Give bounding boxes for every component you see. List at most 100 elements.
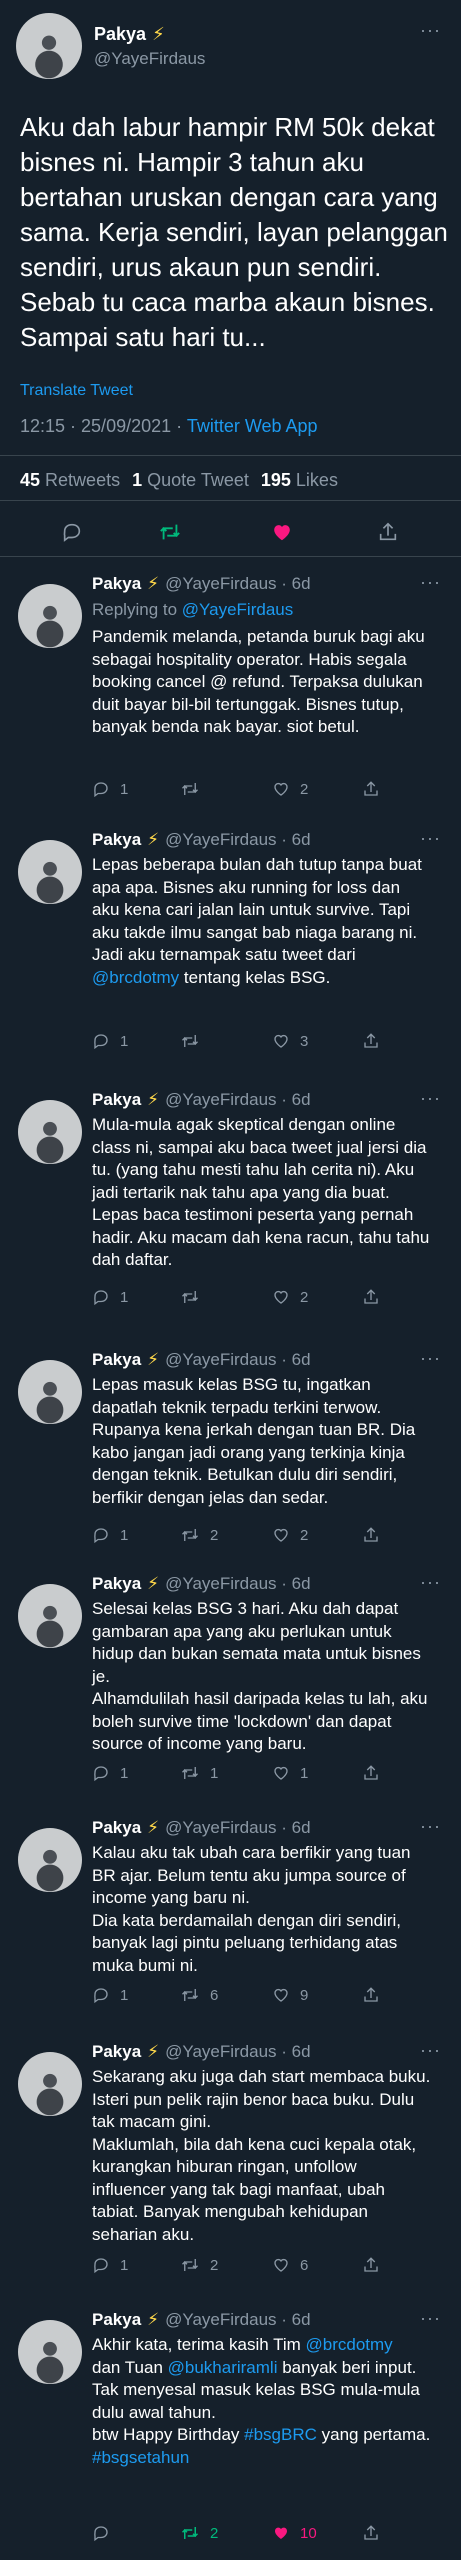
- reply-icon[interactable]: 1: [92, 1526, 128, 1544]
- tweet-text: Mula-mula agak skeptical dengan online c…: [92, 1115, 430, 1269]
- reply-tweet[interactable]: Pakya ⚡ @YayeFirdaus · 6d ··· Lepas bebe…: [0, 818, 461, 1078]
- share-icon[interactable]: [362, 1986, 380, 2004]
- avatar[interactable]: [18, 584, 82, 648]
- avatar[interactable]: [16, 13, 82, 79]
- author-handle[interactable]: @YayeFirdaus: [94, 49, 205, 69]
- handle-and-time[interactable]: @YayeFirdaus · 6d: [165, 1818, 310, 1838]
- reply-icon[interactable]: 1: [92, 1764, 128, 1782]
- retweet-icon[interactable]: [150, 512, 190, 552]
- share-icon[interactable]: [362, 780, 380, 798]
- display-name[interactable]: Pakya: [92, 574, 141, 594]
- lightning-badge-icon: ⚡: [147, 1818, 160, 1837]
- more-icon[interactable]: ···: [420, 1088, 441, 1109]
- handle-and-time[interactable]: @YayeFirdaus · 6d: [165, 574, 310, 594]
- replying-to: Replying to @YayeFirdaus: [92, 600, 294, 619]
- heart-icon[interactable]: 2: [272, 1526, 308, 1544]
- handle-and-time[interactable]: @YayeFirdaus · 6d: [165, 1574, 310, 1594]
- heart-icon[interactable]: [262, 512, 302, 552]
- handle-and-time[interactable]: @YayeFirdaus · 6d: [165, 2310, 310, 2330]
- reply-tweet[interactable]: Pakya ⚡ @YayeFirdaus · 6d ··· Mula-mula …: [0, 1078, 461, 1338]
- handle-and-time[interactable]: @YayeFirdaus · 6d: [165, 2042, 310, 2062]
- more-icon[interactable]: ···: [420, 2308, 441, 2329]
- reply-tweet[interactable]: Pakya ⚡ @YayeFirdaus · 6d ··· Sekarang a…: [0, 2030, 461, 2298]
- display-name[interactable]: Pakya: [92, 1818, 141, 1838]
- reply-header: Pakya ⚡ @YayeFirdaus · 6d: [92, 2310, 311, 2330]
- hashtag-link[interactable]: #bsgsetahun: [92, 2448, 189, 2467]
- hashtag-link[interactable]: #bsgBRC: [244, 2425, 317, 2444]
- heart-icon[interactable]: 6: [272, 2256, 308, 2274]
- more-icon[interactable]: ···: [420, 1348, 441, 1369]
- handle-and-time[interactable]: @YayeFirdaus · 6d: [165, 1350, 310, 1370]
- share-icon[interactable]: [362, 1764, 380, 1782]
- more-icon[interactable]: ···: [420, 1816, 441, 1837]
- translate-link[interactable]: Translate Tweet: [20, 382, 133, 400]
- heart-icon[interactable]: 3: [272, 1032, 308, 1050]
- avatar[interactable]: [18, 2052, 82, 2116]
- retweet-icon[interactable]: [180, 1032, 210, 1050]
- reply-icon[interactable]: 1: [92, 1288, 128, 1306]
- share-icon[interactable]: [362, 1288, 380, 1306]
- share-icon[interactable]: [362, 2524, 380, 2542]
- handle-and-time[interactable]: @YayeFirdaus · 6d: [165, 830, 310, 850]
- heart-icon[interactable]: 2: [272, 1288, 308, 1306]
- divider: [0, 556, 461, 557]
- reply-icon[interactable]: [52, 512, 92, 552]
- display-name[interactable]: Pakya: [92, 2310, 141, 2330]
- handle-and-time[interactable]: @YayeFirdaus · 6d: [165, 1090, 310, 1110]
- retweet-icon[interactable]: 6: [180, 1986, 218, 2004]
- display-name[interactable]: Pakya: [92, 1574, 141, 1594]
- heart-icon[interactable]: 10: [272, 2524, 317, 2542]
- display-name[interactable]: Pakya: [92, 2042, 141, 2062]
- author-name[interactable]: Pakya ⚡: [94, 24, 165, 45]
- retweet-icon[interactable]: 2: [180, 2524, 218, 2542]
- share-icon[interactable]: [362, 1032, 380, 1050]
- reply-tweet[interactable]: Pakya ⚡ @YayeFirdaus · 6d ··· Selesai ke…: [0, 1562, 461, 1806]
- reply-tweet[interactable]: Pakya ⚡ @YayeFirdaus · 6d ··· Akhir kata…: [0, 2298, 461, 2560]
- mention-link[interactable]: @brcdotmy: [92, 968, 179, 987]
- display-name[interactable]: Pakya: [92, 1350, 141, 1370]
- reply-icon[interactable]: 1: [92, 2256, 128, 2274]
- reply-icon[interactable]: [92, 2524, 120, 2542]
- replying-to-link[interactable]: @YayeFirdaus: [182, 600, 293, 619]
- quotes-stat[interactable]: 1 Quote Tweet: [132, 470, 249, 491]
- tweet-timestamp[interactable]: 12:15 · 25/09/2021 ·: [20, 416, 182, 436]
- avatar[interactable]: [18, 840, 82, 904]
- reply-tweet[interactable]: Pakya ⚡ @YayeFirdaus · 6d ··· Replying t…: [0, 562, 461, 818]
- action-bar: 1 3: [92, 1032, 432, 1058]
- share-icon[interactable]: [368, 512, 408, 552]
- heart-icon[interactable]: 2: [272, 780, 308, 798]
- more-icon[interactable]: ···: [420, 1572, 441, 1593]
- retweet-icon[interactable]: [180, 780, 210, 798]
- retweet-icon[interactable]: 2: [180, 1526, 218, 1544]
- display-name[interactable]: Pakya: [92, 1090, 141, 1110]
- mention-link[interactable]: @brcdotmy: [306, 2335, 393, 2354]
- more-icon[interactable]: ···: [420, 2040, 441, 2061]
- avatar[interactable]: [18, 1100, 82, 1164]
- mention-link[interactable]: @bukhariramli: [168, 2358, 278, 2377]
- tweet-stats: 45 Retweets 1 Quote Tweet 195 Likes: [20, 470, 338, 491]
- retweets-stat[interactable]: 45 Retweets: [20, 470, 120, 491]
- likes-stat[interactable]: 195 Likes: [261, 470, 338, 491]
- heart-icon[interactable]: 1: [272, 1764, 308, 1782]
- reply-icon[interactable]: 1: [92, 1986, 128, 2004]
- reply-tweet[interactable]: Pakya ⚡ @YayeFirdaus · 6d ··· Lepas masu…: [0, 1338, 461, 1562]
- avatar[interactable]: [18, 2320, 82, 2384]
- more-icon[interactable]: ···: [420, 20, 441, 41]
- retweet-icon[interactable]: [180, 1288, 210, 1306]
- avatar[interactable]: [18, 1360, 82, 1424]
- display-name[interactable]: Pakya: [94, 24, 146, 45]
- tweet-source[interactable]: Twitter Web App: [187, 416, 318, 436]
- share-icon[interactable]: [362, 1526, 380, 1544]
- avatar[interactable]: [18, 1584, 82, 1648]
- more-icon[interactable]: ···: [420, 572, 441, 593]
- retweet-icon[interactable]: 1: [180, 1764, 218, 1782]
- share-icon[interactable]: [362, 2256, 380, 2274]
- avatar[interactable]: [18, 1828, 82, 1892]
- reply-icon[interactable]: 1: [92, 1032, 128, 1050]
- more-icon[interactable]: ···: [420, 828, 441, 849]
- reply-icon[interactable]: 1: [92, 780, 128, 798]
- retweet-icon[interactable]: 2: [180, 2256, 218, 2274]
- display-name[interactable]: Pakya: [92, 830, 141, 850]
- heart-icon[interactable]: 9: [272, 1986, 308, 2004]
- reply-tweet[interactable]: Pakya ⚡ @YayeFirdaus · 6d ··· Kalau aku …: [0, 1806, 461, 2030]
